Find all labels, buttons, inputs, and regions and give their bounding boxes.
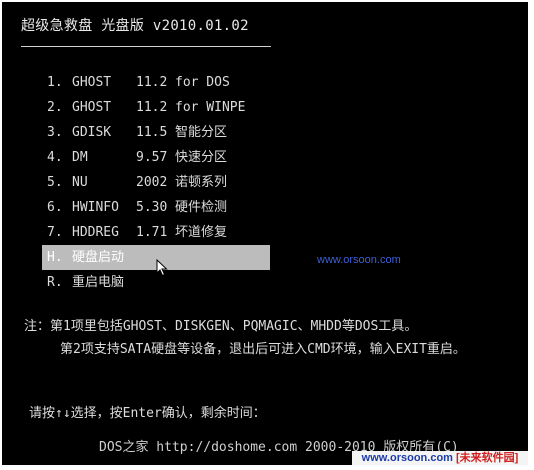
menu-item-ghost-dos[interactable]: 1. GHOST 11.2 for DOS — [42, 70, 270, 95]
menu-item-key: R. — [47, 275, 63, 290]
menu-item-key: 4. — [47, 150, 63, 165]
menu-item-ghost-winpe[interactable]: 2. GHOST 11.2 for WINPE — [42, 95, 270, 120]
menu-item-nu[interactable]: 5. NU 2002 诺顿系列 — [42, 170, 270, 195]
selection-prompt: 请按↑↓选择，按Enter确认，剩余时间： — [29, 406, 266, 421]
menu-item-name: NU — [72, 175, 88, 190]
menu-item-name: GDISK — [72, 125, 112, 140]
menu-item-gdisk[interactable]: 3. GDISK 11.5 智能分区 — [42, 120, 270, 145]
menu-item-name: HWINFO — [72, 200, 119, 215]
menu-item-key: 2. — [47, 100, 63, 115]
menu-item-key: 5. — [47, 175, 63, 190]
menu-item-name: HDDREG — [72, 225, 119, 240]
menu-item-key: 1. — [47, 75, 63, 90]
menu-item-name: GHOST — [72, 100, 112, 115]
menu-item-name: GHOST — [72, 75, 112, 90]
menu-item-desc: 硬件检测 — [175, 200, 228, 215]
menu-item-name: 重启电脑 — [72, 275, 125, 290]
site-badge-url: www.orsoon.com — [361, 452, 453, 464]
menu-item-desc: for DOS — [175, 75, 230, 90]
menu-item-hddreg[interactable]: 7. HDDREG 1.71 坏道修复 — [42, 220, 270, 245]
menu-item-version: 1.71 — [136, 225, 168, 240]
menu-item-version: 11.5 — [136, 125, 168, 140]
menu-item-name: DM — [72, 150, 88, 165]
menu-item-version: 11.2 — [136, 75, 168, 90]
menu-item-desc: 智能分区 — [175, 125, 228, 140]
menu-item-desc: 坏道修复 — [175, 225, 228, 240]
menu-item-version: 9.57 — [136, 150, 168, 165]
menu-item-key: 3. — [47, 125, 63, 140]
boot-menu-screen: 超级急救盘 光盘版 v2010.01.02 1. GHOST 11.2 for … — [2, 2, 528, 465]
note-line-2: 第2项支持SATA硬盘等设备，退出后可进入CMD环境，输入EXIT重启。 — [60, 342, 466, 357]
title-divider — [21, 46, 271, 47]
menu-item-version: 5.30 — [136, 200, 168, 215]
site-watermark: www.orsoon.com — [317, 254, 401, 266]
menu-item-dm[interactable]: 4. DM 9.57 快速分区 — [42, 145, 270, 170]
menu-item-version: 2002 — [136, 175, 168, 190]
site-badge: www.orsoon.com [未来软件园] — [352, 451, 528, 465]
app-title: 超级急救盘 光盘版 v2010.01.02 — [21, 18, 249, 34]
menu-item-version: 11.2 — [136, 100, 168, 115]
note-line-1: 注：第1项里包括GHOST、DISKGEN、PQMAGIC、MHDD等DOS工具… — [24, 319, 418, 334]
menu-item-desc: 快速分区 — [175, 150, 228, 165]
menu-item-key: 7. — [47, 225, 63, 240]
menu-item-key: H. — [47, 250, 63, 265]
site-badge-label: [未来软件园] — [456, 452, 519, 464]
menu-item-desc: for WINPE — [175, 100, 246, 115]
mouse-pointer-icon — [156, 259, 168, 277]
menu-item-key: 6. — [47, 200, 63, 215]
menu-item-desc: 诺顿系列 — [175, 175, 228, 190]
menu-item-hwinfo[interactable]: 6. HWINFO 5.30 硬件检测 — [42, 195, 270, 220]
menu-item-name: 硬盘启动 — [72, 250, 125, 265]
